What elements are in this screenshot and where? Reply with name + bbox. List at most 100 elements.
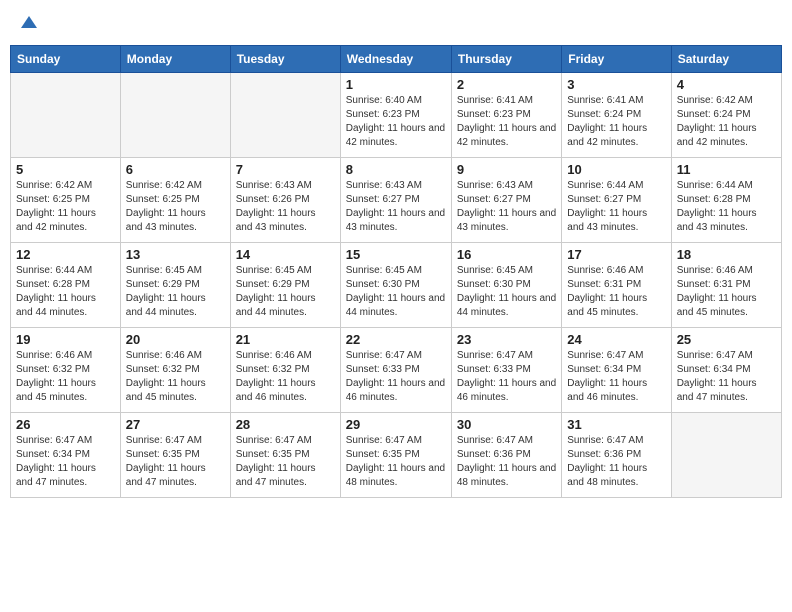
day-number: 1 bbox=[346, 77, 446, 92]
day-header-sunday: Sunday bbox=[11, 46, 121, 73]
calendar-cell: 14 Sunrise: 6:45 AM Sunset: 6:29 PM Dayli… bbox=[230, 243, 340, 328]
day-info: Sunrise: 6:46 AM Sunset: 6:32 PM Dayligh… bbox=[16, 349, 115, 405]
calendar-cell: 8 Sunrise: 6:43 AM Sunset: 6:27 PM Daylig… bbox=[340, 158, 451, 243]
day-info: Sunrise: 6:47 AM Sunset: 6:34 PM Dayligh… bbox=[567, 349, 665, 405]
day-info: Sunrise: 6:42 AM Sunset: 6:24 PM Dayligh… bbox=[677, 94, 776, 150]
calendar-cell: 30 Sunrise: 6:47 AM Sunset: 6:36 PM Dayli… bbox=[451, 413, 561, 498]
calendar-cell bbox=[671, 413, 781, 498]
calendar-cell: 28 Sunrise: 6:47 AM Sunset: 6:35 PM Dayli… bbox=[230, 413, 340, 498]
calendar-cell: 29Sunrise: 6:47 AM Sunset: 6:35 PM Dayli… bbox=[340, 413, 451, 498]
week-row-4: 19 Sunrise: 6:46 AM Sunset: 6:32 PM Dayli… bbox=[11, 328, 782, 413]
week-row-5: 26 Sunrise: 6:47 AM Sunset: 6:34 PM Dayli… bbox=[11, 413, 782, 498]
week-row-3: 12 Sunrise: 6:44 AM Sunset: 6:28 PM Dayli… bbox=[11, 243, 782, 328]
calendar-cell: 21Sunrise: 6:46 AM Sunset: 6:32 PM Dayli… bbox=[230, 328, 340, 413]
day-info: Sunrise: 6:46 AM Sunset: 6:31 PM Dayligh… bbox=[677, 264, 776, 320]
calendar-cell: 31 Sunrise: 6:47 AM Sunset: 6:36 PM Dayli… bbox=[562, 413, 671, 498]
day-info: Sunrise: 6:47 AM Sunset: 6:34 PM Dayligh… bbox=[16, 434, 115, 490]
day-number: 2 bbox=[457, 77, 556, 92]
day-info: Sunrise: 6:42 AM Sunset: 6:25 PM Dayligh… bbox=[126, 179, 225, 235]
calendar-cell: 9 Sunrise: 6:43 AM Sunset: 6:27 PM Daylig… bbox=[451, 158, 561, 243]
calendar-cell: 11Sunrise: 6:44 AM Sunset: 6:28 PM Dayli… bbox=[671, 158, 781, 243]
day-info: Sunrise: 6:47 AM Sunset: 6:33 PM Dayligh… bbox=[457, 349, 556, 405]
days-header-row: SundayMondayTuesdayWednesdayThursdayFrid… bbox=[11, 46, 782, 73]
day-number: 28 bbox=[236, 417, 335, 432]
day-info: Sunrise: 6:45 AM Sunset: 6:30 PM Dayligh… bbox=[457, 264, 556, 320]
calendar-cell bbox=[230, 73, 340, 158]
day-header-tuesday: Tuesday bbox=[230, 46, 340, 73]
day-info: Sunrise: 6:44 AM Sunset: 6:28 PM Dayligh… bbox=[677, 179, 776, 235]
day-info: Sunrise: 6:42 AM Sunset: 6:25 PM Dayligh… bbox=[16, 179, 115, 235]
day-number: 14 bbox=[236, 247, 335, 262]
day-info: Sunrise: 6:44 AM Sunset: 6:27 PM Dayligh… bbox=[567, 179, 665, 235]
calendar-cell: 22 Sunrise: 6:47 AM Sunset: 6:33 PM Dayli… bbox=[340, 328, 451, 413]
day-info: Sunrise: 6:46 AM Sunset: 6:31 PM Dayligh… bbox=[567, 264, 665, 320]
day-info: Sunrise: 6:43 AM Sunset: 6:26 PM Dayligh… bbox=[236, 179, 335, 235]
calendar-cell: 18 Sunrise: 6:46 AM Sunset: 6:31 PM Dayli… bbox=[671, 243, 781, 328]
calendar-cell: 19 Sunrise: 6:46 AM Sunset: 6:32 PM Dayli… bbox=[11, 328, 121, 413]
day-number: 16 bbox=[457, 247, 556, 262]
day-number: 20 bbox=[126, 332, 225, 347]
logo bbox=[18, 14, 37, 33]
day-number: 5 bbox=[16, 162, 115, 177]
day-info: Sunrise: 6:45 AM Sunset: 6:29 PM Dayligh… bbox=[236, 264, 335, 320]
calendar-cell: 27 Sunrise: 6:47 AM Sunset: 6:35 PM Dayli… bbox=[120, 413, 230, 498]
day-number: 7 bbox=[236, 162, 335, 177]
calendar-cell: 1Sunrise: 6:40 AM Sunset: 6:23 PM Daylig… bbox=[340, 73, 451, 158]
day-info: Sunrise: 6:47 AM Sunset: 6:33 PM Dayligh… bbox=[346, 349, 446, 405]
day-number: 18 bbox=[677, 247, 776, 262]
calendar-cell: 25Sunrise: 6:47 AM Sunset: 6:34 PM Dayli… bbox=[671, 328, 781, 413]
day-header-saturday: Saturday bbox=[671, 46, 781, 73]
page-header bbox=[10, 10, 782, 37]
day-number: 27 bbox=[126, 417, 225, 432]
day-info: Sunrise: 6:43 AM Sunset: 6:27 PM Dayligh… bbox=[346, 179, 446, 235]
day-header-friday: Friday bbox=[562, 46, 671, 73]
calendar-cell: 10Sunrise: 6:44 AM Sunset: 6:27 PM Dayli… bbox=[562, 158, 671, 243]
calendar-cell: 23 Sunrise: 6:47 AM Sunset: 6:33 PM Dayli… bbox=[451, 328, 561, 413]
day-info: Sunrise: 6:46 AM Sunset: 6:32 PM Dayligh… bbox=[236, 349, 335, 405]
day-number: 31 bbox=[567, 417, 665, 432]
day-info: Sunrise: 6:47 AM Sunset: 6:36 PM Dayligh… bbox=[457, 434, 556, 490]
day-info: Sunrise: 6:45 AM Sunset: 6:30 PM Dayligh… bbox=[346, 264, 446, 320]
day-info: Sunrise: 6:47 AM Sunset: 6:35 PM Dayligh… bbox=[236, 434, 335, 490]
day-number: 23 bbox=[457, 332, 556, 347]
day-number: 3 bbox=[567, 77, 665, 92]
calendar-cell: 12 Sunrise: 6:44 AM Sunset: 6:28 PM Dayli… bbox=[11, 243, 121, 328]
day-number: 22 bbox=[346, 332, 446, 347]
day-info: Sunrise: 6:47 AM Sunset: 6:35 PM Dayligh… bbox=[346, 434, 446, 490]
day-info: Sunrise: 6:43 AM Sunset: 6:27 PM Dayligh… bbox=[457, 179, 556, 235]
day-number: 9 bbox=[457, 162, 556, 177]
calendar-cell: 4Sunrise: 6:42 AM Sunset: 6:24 PM Daylig… bbox=[671, 73, 781, 158]
day-number: 12 bbox=[16, 247, 115, 262]
day-number: 25 bbox=[677, 332, 776, 347]
logo-triangle-icon bbox=[21, 14, 37, 35]
calendar-cell: 5 Sunrise: 6:42 AM Sunset: 6:25 PM Daylig… bbox=[11, 158, 121, 243]
calendar-cell: 26 Sunrise: 6:47 AM Sunset: 6:34 PM Dayli… bbox=[11, 413, 121, 498]
logo-text bbox=[18, 14, 37, 33]
day-number: 8 bbox=[346, 162, 446, 177]
calendar-cell: 6 Sunrise: 6:42 AM Sunset: 6:25 PM Daylig… bbox=[120, 158, 230, 243]
calendar-table: SundayMondayTuesdayWednesdayThursdayFrid… bbox=[10, 45, 782, 498]
day-number: 15 bbox=[346, 247, 446, 262]
day-header-thursday: Thursday bbox=[451, 46, 561, 73]
day-info: Sunrise: 6:47 AM Sunset: 6:36 PM Dayligh… bbox=[567, 434, 665, 490]
day-info: Sunrise: 6:41 AM Sunset: 6:23 PM Dayligh… bbox=[457, 94, 556, 150]
day-number: 24 bbox=[567, 332, 665, 347]
day-number: 30 bbox=[457, 417, 556, 432]
calendar-cell: 13Sunrise: 6:45 AM Sunset: 6:29 PM Dayli… bbox=[120, 243, 230, 328]
day-info: Sunrise: 6:45 AM Sunset: 6:29 PM Dayligh… bbox=[126, 264, 225, 320]
day-info: Sunrise: 6:44 AM Sunset: 6:28 PM Dayligh… bbox=[16, 264, 115, 320]
week-row-1: 1Sunrise: 6:40 AM Sunset: 6:23 PM Daylig… bbox=[11, 73, 782, 158]
day-number: 19 bbox=[16, 332, 115, 347]
calendar-cell: 17 Sunrise: 6:46 AM Sunset: 6:31 PM Dayli… bbox=[562, 243, 671, 328]
week-row-2: 5 Sunrise: 6:42 AM Sunset: 6:25 PM Daylig… bbox=[11, 158, 782, 243]
calendar-cell: 2 Sunrise: 6:41 AM Sunset: 6:23 PM Daylig… bbox=[451, 73, 561, 158]
day-number: 26 bbox=[16, 417, 115, 432]
calendar-cell: 16 Sunrise: 6:45 AM Sunset: 6:30 PM Dayli… bbox=[451, 243, 561, 328]
calendar-cell: 7 Sunrise: 6:43 AM Sunset: 6:26 PM Daylig… bbox=[230, 158, 340, 243]
day-number: 17 bbox=[567, 247, 665, 262]
day-number: 6 bbox=[126, 162, 225, 177]
calendar-cell: 24 Sunrise: 6:47 AM Sunset: 6:34 PM Dayli… bbox=[562, 328, 671, 413]
day-info: Sunrise: 6:47 AM Sunset: 6:35 PM Dayligh… bbox=[126, 434, 225, 490]
calendar-cell: 20Sunrise: 6:46 AM Sunset: 6:32 PM Dayli… bbox=[120, 328, 230, 413]
calendar-cell bbox=[11, 73, 121, 158]
